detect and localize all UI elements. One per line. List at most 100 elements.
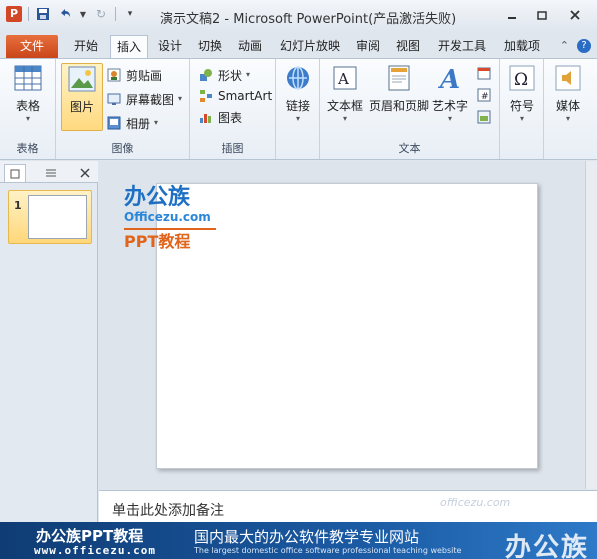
omega-icon: Ω [507,63,537,93]
clipart-icon [106,67,122,83]
redo-icon[interactable]: ↻ [93,6,109,22]
chart-button[interactable]: 图表 [198,107,242,127]
header-footer-icon [384,63,414,93]
picture-button[interactable]: 图片 [61,63,103,131]
slides-tab-icon[interactable] [4,164,26,182]
collapse-ribbon-icon[interactable]: ⌃ [560,39,569,53]
ribbon: 表格 ▾ 表格 图片 剪贴画 屏幕截图 ▾ 相册 ▾ 图像 形状 ▾ Smart… [0,58,597,160]
group-links: 链接 ▾ [276,59,320,159]
chart-icon [198,109,214,125]
tab-design[interactable]: 设计 [152,35,188,58]
wordart-button[interactable]: A 艺术字 ▾ [430,63,470,131]
tab-insert[interactable]: 插入 [110,35,148,58]
slides-panel-tabs [0,161,98,183]
object-button[interactable] [476,107,492,127]
tab-transitions[interactable]: 切换 [192,35,228,58]
chevron-down-icon: ▾ [519,114,524,123]
notes-pane[interactable]: 单击此处添加备注 [99,490,597,522]
picture-button-label: 图片 [69,100,94,114]
symbol-button[interactable]: Ω 符号 ▾ [501,63,543,131]
tab-home[interactable]: 开始 [66,35,106,58]
title-bar: P ▼ ↻ ▾ 演示文稿2 - Microsoft PowerPoint(产品激… [0,0,597,32]
qat-separator [28,7,29,21]
header-footer-button[interactable]: 页眉和页脚 [368,63,430,131]
slide-number-button[interactable]: # [476,85,492,105]
site-banner: 办公族PPT教程 www.officezu.com 国内最大的办公软件教学专业网… [0,522,597,559]
tab-addins[interactable]: 加载项 [498,35,546,58]
restore-button[interactable] [527,4,557,26]
date-time-icon [476,65,492,81]
undo-dropdown-icon[interactable]: ▼ [79,6,87,22]
corner-watermark: officezu.com [440,496,511,509]
undo-icon[interactable] [57,6,73,22]
textbox-icon: A [330,63,360,93]
close-panel-icon[interactable] [74,164,96,182]
smartart-icon [198,88,214,104]
window-title: 演示文稿2 - Microsoft PowerPoint(产品激活失败) [160,12,457,27]
svg-text:#: # [481,92,489,102]
minimize-button[interactable] [497,4,527,26]
slides-panel: 1 [0,161,98,522]
chevron-down-icon: ▾ [447,114,452,123]
help-icon[interactable]: ? [577,39,591,53]
group-images: 图片 剪贴画 屏幕截图 ▾ 相册 ▾ 图像 [56,59,190,159]
photo-album-button[interactable]: 相册 ▾ [106,113,158,133]
group-table-label: 表格 [16,142,39,155]
tab-slideshow[interactable]: 幻灯片放映 [274,35,346,58]
vertical-scrollbar[interactable] [585,161,597,489]
slide-number: 1 [14,199,22,212]
photo-album-icon [106,115,122,131]
close-button[interactable] [560,4,590,26]
chevron-down-icon: ▾ [154,118,159,127]
tab-review[interactable]: 审阅 [350,35,386,58]
tab-animations[interactable]: 动画 [232,35,268,58]
customize-qat-icon[interactable]: ▾ [122,6,138,22]
smartart-button[interactable]: SmartArt [198,86,272,106]
wordart-label: 艺术字 [431,99,468,113]
screenshot-label: 屏幕截图 [126,92,175,107]
ribbon-right-controls: ⌃ ? [560,39,591,53]
svg-text:A: A [437,65,460,91]
clipart-button[interactable]: 剪贴画 [106,65,162,85]
wordart-icon: A [435,63,465,93]
textbox-button[interactable]: A 文本框 ▾ [324,63,366,131]
object-icon [476,109,492,125]
chevron-down-icon: ▾ [246,70,251,79]
group-images-label: 图像 [111,142,134,155]
svg-text:A: A [337,70,349,88]
shapes-label: 形状 [218,68,243,83]
table-button[interactable]: 表格 ▾ [7,63,49,131]
tab-file[interactable]: 文件 [6,35,58,58]
tab-view[interactable]: 视图 [390,35,426,58]
media-button[interactable]: 媒体 ▾ [547,63,589,131]
shapes-icon [198,67,214,83]
group-illustrations-label: 插图 [221,142,244,155]
banner-tagline: 国内最大的办公软件教学专业网站 [194,528,420,546]
banner-title: 办公族PPT教程 [36,527,144,545]
banner-tagline-en: The largest domestic office software pro… [194,546,462,555]
watermark-subtitle: PPT教程 [124,228,216,252]
picture-icon [67,64,97,94]
chevron-down-icon: ▾ [178,94,183,103]
watermark-brand: 办公族 [124,185,191,210]
screenshot-icon [106,91,122,107]
link-icon [283,63,313,93]
shapes-button[interactable]: 形状 ▾ [198,65,250,85]
save-icon[interactable] [35,6,51,22]
textbox-label: 文本框 [326,99,363,113]
group-media: 媒体 ▾ [544,59,597,159]
group-text-label: 文本 [398,142,421,155]
screenshot-button[interactable]: 屏幕截图 ▾ [106,89,182,109]
date-time-button[interactable] [476,63,492,83]
link-button[interactable]: 链接 ▾ [277,63,319,131]
photo-album-label: 相册 [126,116,151,131]
media-label: 媒体 [555,99,580,113]
tab-developer[interactable]: 开发工具 [432,35,492,58]
symbol-label: 符号 [509,99,534,113]
powerpoint-app-icon[interactable]: P [6,6,22,22]
slide-thumbnail[interactable] [28,195,87,239]
chart-label: 图表 [218,110,243,125]
group-text: A 文本框 ▾ 页眉和页脚 A 艺术字 ▾ # 文本 [320,59,500,159]
svg-text:Ω: Ω [514,70,528,90]
outline-tab-icon[interactable] [40,164,62,182]
